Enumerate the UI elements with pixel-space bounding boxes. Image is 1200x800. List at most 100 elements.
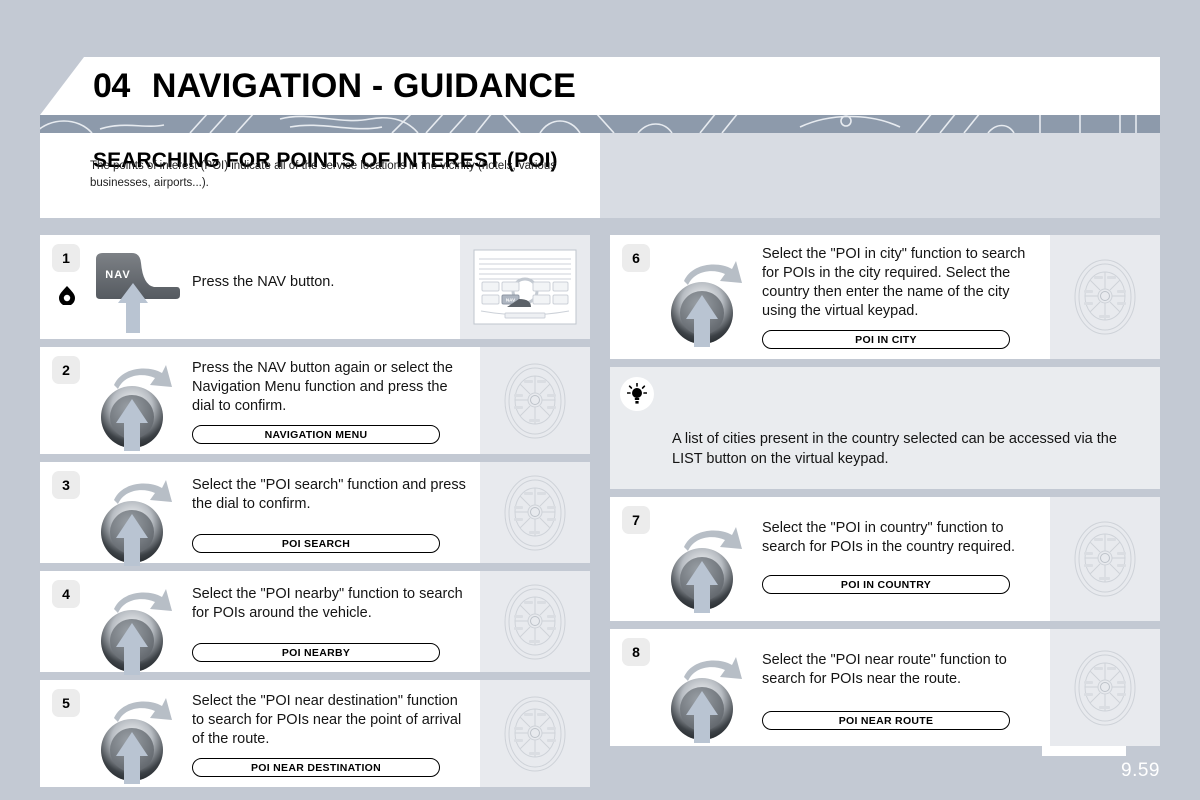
step-instruction: Select the "POI near destination" functi… xyxy=(192,693,462,747)
step-1-text-block: Press the NAV button. xyxy=(192,235,460,339)
band-right-cap xyxy=(1160,115,1200,133)
steering-control-panel xyxy=(480,347,590,454)
step-7-text-block: Select the "POI in country" function to … xyxy=(762,497,1050,621)
tip-box: A list of cities present in the country … xyxy=(610,367,1160,489)
svg-text:NAV: NAV xyxy=(506,298,516,303)
footer-tab-marker xyxy=(1042,746,1126,756)
steering-wheel-control-icon xyxy=(1074,650,1136,725)
step-row-6: 6 Select the "POI in city" function to s… xyxy=(610,235,1160,359)
steering-control-panel xyxy=(480,571,590,672)
step-row-5: 5 Select the "POI near destination" func… xyxy=(40,680,590,787)
steering-wheel-control-icon xyxy=(1074,259,1136,335)
steering-control-panel xyxy=(1050,497,1160,621)
step-5-illustration: 5 xyxy=(40,680,192,787)
step-instruction: Select the "POI search" function and pre… xyxy=(192,477,466,512)
radio-faceplate-panel: NAV xyxy=(460,235,590,339)
step-instruction: Select the "POI in country" function to … xyxy=(762,520,1016,555)
chapter-header: 04 NAVIGATION - GUIDANCE xyxy=(40,57,1160,115)
step-4-illustration: 4 xyxy=(40,571,192,675)
page-number: 9.59 xyxy=(1121,760,1160,781)
steering-control-panel xyxy=(1050,629,1160,746)
left-column: 1 NAV Press the NAV button. NAV 2 Press … xyxy=(40,235,590,795)
steering-wheel-control-icon xyxy=(1074,521,1136,597)
section-description: The points of interest (POI) indicate al… xyxy=(90,160,556,189)
menu-pill-poi-near-route[interactable]: POI NEAR ROUTE xyxy=(762,711,1010,730)
section-header-row: SEARCHING FOR POINTS OF INTEREST (POI) T… xyxy=(40,133,1160,218)
step-6-illustration: 6 xyxy=(610,235,762,359)
step-2-text-block: Press the NAV button again or select the… xyxy=(192,347,480,454)
step-row-2: 2 Press the NAV button again or select t… xyxy=(40,347,590,454)
step-2-illustration: 2 xyxy=(40,347,192,454)
lightbulb-tip-icon xyxy=(627,383,647,404)
menu-pill-navigation-menu[interactable]: NAVIGATION MENU xyxy=(192,425,440,444)
rotary-dial-icon xyxy=(671,261,742,347)
rotary-dial-icon xyxy=(671,527,742,613)
step-7-body: 7 Select the "POI in country" function t… xyxy=(610,497,1050,621)
rotary-dial-icon xyxy=(101,480,172,566)
manual-page: 04 NAVIGATION - GUIDANCE SEARCHING FOR P… xyxy=(0,0,1200,800)
step-row-8: 8 Select the "POI near route" function t… xyxy=(610,629,1160,746)
step-8-illustration: 8 xyxy=(610,629,762,746)
car-radio-faceplate-icon: NAV xyxy=(473,249,577,325)
press-arrow-icon xyxy=(118,283,148,333)
step-3-body: 3 Select the "POI search" function and p… xyxy=(40,462,480,566)
nav-button-label: NAV xyxy=(105,269,130,281)
menu-pill-poi-search[interactable]: POI SEARCH xyxy=(192,534,440,553)
rotary-dial-icon xyxy=(101,589,172,675)
right-column: 6 Select the "POI in city" function to s… xyxy=(610,235,1160,754)
rotary-dial-icon xyxy=(101,698,172,784)
step-5-text-block: Select the "POI near destination" functi… xyxy=(192,680,480,787)
step-number-badge: 6 xyxy=(622,244,650,272)
step-number-badge: 7 xyxy=(622,506,650,534)
step-1-body: 1 NAV Press the NAV button. xyxy=(40,235,460,339)
steering-wheel-control-icon xyxy=(504,475,566,550)
step-number-badge: 3 xyxy=(52,471,80,499)
step-instruction: Select the "POI nearby" function to sear… xyxy=(192,586,463,621)
step-instruction: Select the "POI near route" function to … xyxy=(762,652,1007,687)
steering-wheel-control-icon xyxy=(504,584,566,659)
step-4-text-block: Select the "POI nearby" function to sear… xyxy=(192,571,480,672)
step-instruction: Select the "POI in city" function to sea… xyxy=(762,246,1026,319)
step-number-badge: 2 xyxy=(52,356,80,384)
chapter-number: 04 xyxy=(93,66,130,105)
step-8-text-block: Select the "POI near route" function to … xyxy=(762,629,1050,746)
step-8-body: 8 Select the "POI near route" function t… xyxy=(610,629,1050,746)
menu-pill-poi-nearby[interactable]: POI NEARBY xyxy=(192,643,440,662)
step-row-3: 3 Select the "POI search" function and p… xyxy=(40,462,590,566)
steering-wheel-control-icon xyxy=(504,363,566,438)
step-number-badge: 5 xyxy=(52,689,80,717)
step-row-4: 4 Select the "POI nearby" function to se… xyxy=(40,571,590,675)
step-row-7: 7 Select the "POI in country" function t… xyxy=(610,497,1160,621)
step-6-text-block: Select the "POI in city" function to sea… xyxy=(762,235,1050,359)
step-number-badge: 1 xyxy=(52,244,80,272)
steering-control-panel xyxy=(480,462,590,563)
map-contour-band xyxy=(40,115,1160,133)
step-row-1: 1 NAV Press the NAV button. NAV xyxy=(40,235,590,339)
tip-icon-wrapper xyxy=(620,377,654,411)
step-instruction: Press the NAV button. xyxy=(192,274,335,290)
section-description-panel xyxy=(600,133,1160,218)
menu-pill-poi-near-destination[interactable]: POI NEAR DESTINATION xyxy=(192,758,440,777)
page-title: NAVIGATION - GUIDANCE xyxy=(151,66,576,105)
visual-reference-icon xyxy=(59,286,75,305)
step-2-body: 2 Press the NAV button again or select t… xyxy=(40,347,480,454)
menu-pill-poi-in-city[interactable]: POI IN CITY xyxy=(762,330,1010,349)
step-instruction: Press the NAV button again or select the… xyxy=(192,360,453,414)
step-number-badge: 8 xyxy=(622,638,650,666)
step-7-illustration: 7 xyxy=(610,497,762,621)
step-5-body: 5 Select the "POI near destination" func… xyxy=(40,680,480,787)
menu-pill-poi-in-country[interactable]: POI IN COUNTRY xyxy=(762,575,1010,594)
steering-control-panel xyxy=(480,680,590,787)
step-1-illustration: 1 NAV xyxy=(40,235,192,339)
map-contour-lines xyxy=(40,115,1137,133)
rotary-dial-icon xyxy=(101,365,172,451)
rotary-dial-icon xyxy=(671,657,742,743)
steering-wheel-control-icon xyxy=(504,696,566,771)
tip-text: A list of cities present in the country … xyxy=(672,431,1117,467)
steering-control-panel xyxy=(1050,235,1160,359)
step-6-body: 6 Select the "POI in city" function to s… xyxy=(610,235,1050,359)
step-3-text-block: Select the "POI search" function and pre… xyxy=(192,462,480,563)
step-4-body: 4 Select the "POI nearby" function to se… xyxy=(40,571,480,675)
step-3-illustration: 3 xyxy=(40,462,192,566)
step-number-badge: 4 xyxy=(52,580,80,608)
